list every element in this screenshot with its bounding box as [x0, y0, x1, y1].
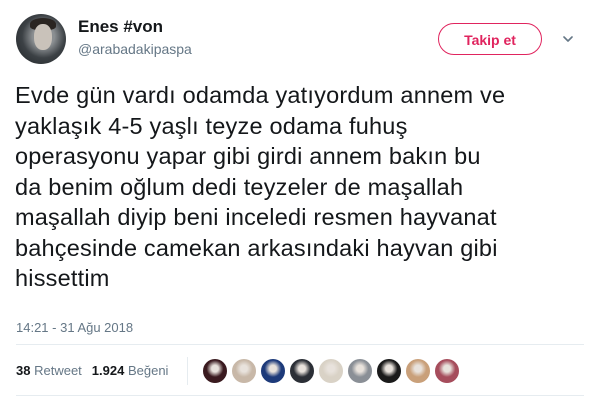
likes-stat[interactable]: 1.924 Beğeni: [92, 363, 169, 378]
liker-avatar[interactable]: [347, 358, 373, 384]
liker-avatar[interactable]: [376, 358, 402, 384]
follow-button[interactable]: Takip et: [438, 23, 542, 55]
avatar-face: [34, 24, 52, 50]
likes-count: 1.924: [91, 363, 125, 378]
likes-label: Beğeni: [127, 363, 169, 378]
stats-divider: [187, 357, 188, 385]
tweet-text: Evde gün vardı odamda yatıyordum annem v…: [15, 82, 506, 291]
liker-avatar[interactable]: [318, 358, 344, 384]
liker-avatar[interactable]: [260, 358, 286, 384]
chevron-down-icon[interactable]: [563, 34, 573, 44]
divider-bottom: [16, 395, 584, 396]
divider-top: [16, 344, 584, 345]
liker-avatar[interactable]: [289, 358, 315, 384]
avatar[interactable]: [16, 14, 66, 64]
tweet-card: Enes #von @arabadakipaspa Takip et Evde …: [0, 0, 600, 407]
retweets-count: 38: [16, 363, 31, 378]
liker-avatar[interactable]: [231, 358, 257, 384]
user-name[interactable]: Enes #von: [78, 17, 163, 37]
tweet-stats: 38 Retweet 1.924 Beğeni: [16, 363, 168, 378]
liker-avatar[interactable]: [405, 358, 431, 384]
retweets-stat[interactable]: 38 Retweet: [16, 363, 82, 378]
tweet-timestamp[interactable]: 14:21 - 31 Ağu 2018: [16, 320, 133, 335]
liker-avatar[interactable]: [202, 358, 228, 384]
liker-avatar[interactable]: [434, 358, 460, 384]
retweets-label: Retweet: [34, 363, 82, 378]
user-handle[interactable]: @arabadakipaspa: [78, 41, 192, 57]
